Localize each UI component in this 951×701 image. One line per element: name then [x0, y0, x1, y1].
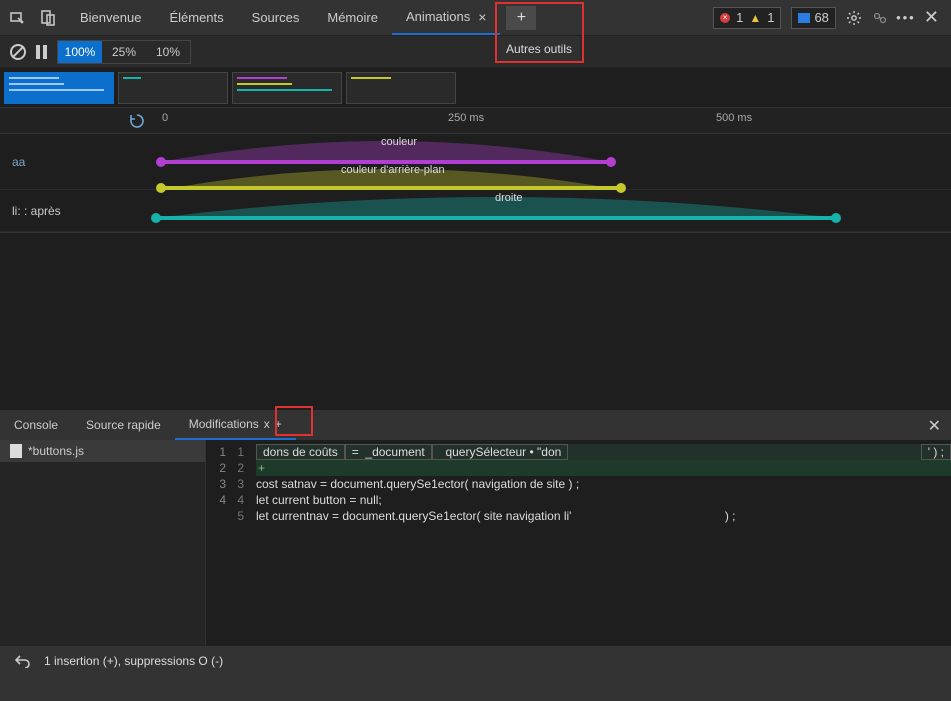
drawer-tabs: Console Source rapide Modifications x + …: [0, 410, 951, 440]
file-tree: *buttons.js: [0, 440, 206, 645]
tab-sources[interactable]: Sources: [238, 0, 314, 35]
track-label: aa: [0, 134, 156, 189]
speed-100[interactable]: 100%: [58, 41, 102, 63]
code-diff: 1234 12345 dons de coûts= _document quer…: [206, 440, 951, 645]
tab-source-rapide[interactable]: Source rapide: [72, 410, 175, 440]
speed-selector: 100% 25% 10%: [57, 40, 191, 64]
code-line: dons de coûts= _document querySélecteur …: [256, 444, 951, 460]
animation-tracks: aa couleur couleur d'arrière-plan li: : …: [0, 134, 951, 232]
drawer-body: *buttons.js 1234 12345 dons de coûts= _d…: [0, 440, 951, 645]
warning-count: 1: [767, 10, 774, 25]
callout-box: [495, 2, 584, 63]
feedback-icon[interactable]: [872, 10, 888, 26]
error-warning-badge[interactable]: × 1 ▲ 1: [713, 7, 781, 29]
thumb-4[interactable]: [346, 72, 456, 104]
warning-icon: ▲: [749, 11, 761, 25]
tick-500: 500 ms: [716, 112, 752, 124]
error-count: 1: [736, 10, 743, 25]
file-item[interactable]: *buttons.js: [0, 440, 205, 462]
track-row[interactable]: li: : après droite: [0, 190, 951, 232]
close-devtools-icon[interactable]: ✕: [924, 7, 939, 28]
tab-elements[interactable]: Éléments: [155, 0, 237, 35]
callout-box: [275, 406, 313, 436]
error-icon: ×: [720, 13, 730, 23]
thumb-2[interactable]: [118, 72, 228, 104]
issues-icon: [798, 13, 810, 23]
status-text: 1 insertion (+), suppressions O (-): [44, 654, 223, 668]
track-name: droite: [495, 192, 523, 204]
speed-25[interactable]: 25%: [102, 41, 146, 63]
tab-animations[interactable]: Animations×: [392, 0, 501, 35]
animation-controls: 100% 25% 10%: [0, 36, 951, 68]
main-tabs: Bienvenue Éléments Sources Mémoire Anima…: [66, 0, 536, 35]
code-source[interactable]: dons de coûts= _document querySélecteur …: [248, 440, 951, 645]
tab-bienvenue[interactable]: Bienvenue: [66, 0, 155, 35]
close-icon[interactable]: x: [264, 417, 270, 431]
track-name: couleur d'arrière-plan: [341, 164, 445, 176]
thumb-3[interactable]: [232, 72, 342, 104]
tick-250: 250 ms: [448, 112, 484, 124]
thumb-1[interactable]: [4, 72, 114, 104]
device-icon[interactable]: [40, 10, 56, 26]
issues-count: 68: [814, 10, 828, 25]
close-icon[interactable]: ×: [478, 9, 486, 25]
replay-icon[interactable]: [128, 112, 146, 130]
file-icon: [10, 444, 22, 458]
undo-icon[interactable]: [14, 654, 32, 668]
code-line: let current button = null;: [256, 492, 951, 508]
more-icon[interactable]: •••: [898, 10, 914, 26]
pause-icon[interactable]: [36, 45, 47, 59]
close-drawer-icon[interactable]: ✕: [928, 416, 941, 436]
tab-memoire[interactable]: Mémoire: [313, 0, 392, 35]
timeline-ruler[interactable]: 0 250 ms 500 ms: [0, 108, 951, 134]
track-label: li: : après: [0, 190, 156, 231]
track-name: couleur: [381, 136, 417, 148]
animation-thumbnails: [0, 68, 951, 108]
speed-10[interactable]: 10%: [146, 41, 190, 63]
code-line: cost satnav = document.querySe1ector( na…: [256, 476, 951, 492]
gutter-new: 12345: [230, 440, 248, 645]
status-bar: 1 insertion (+), suppressions O (-): [0, 645, 951, 675]
top-toolbar: Bienvenue Éléments Sources Mémoire Anima…: [0, 0, 951, 36]
track-row[interactable]: aa couleur couleur d'arrière-plan: [0, 134, 951, 190]
gear-icon[interactable]: [846, 10, 862, 26]
tab-console[interactable]: Console: [0, 410, 72, 440]
clear-icon[interactable]: [10, 44, 26, 60]
code-line: let currentnav = document.querySe1ector(…: [256, 508, 951, 524]
file-name: *buttons.js: [28, 444, 84, 458]
inspect-icon[interactable]: [10, 10, 26, 26]
issues-badge[interactable]: 68: [791, 7, 835, 29]
empty-area: [0, 232, 951, 410]
tick-0: 0: [162, 112, 168, 124]
gutter-old: 1234: [206, 440, 230, 645]
code-line-added: +: [256, 460, 951, 476]
